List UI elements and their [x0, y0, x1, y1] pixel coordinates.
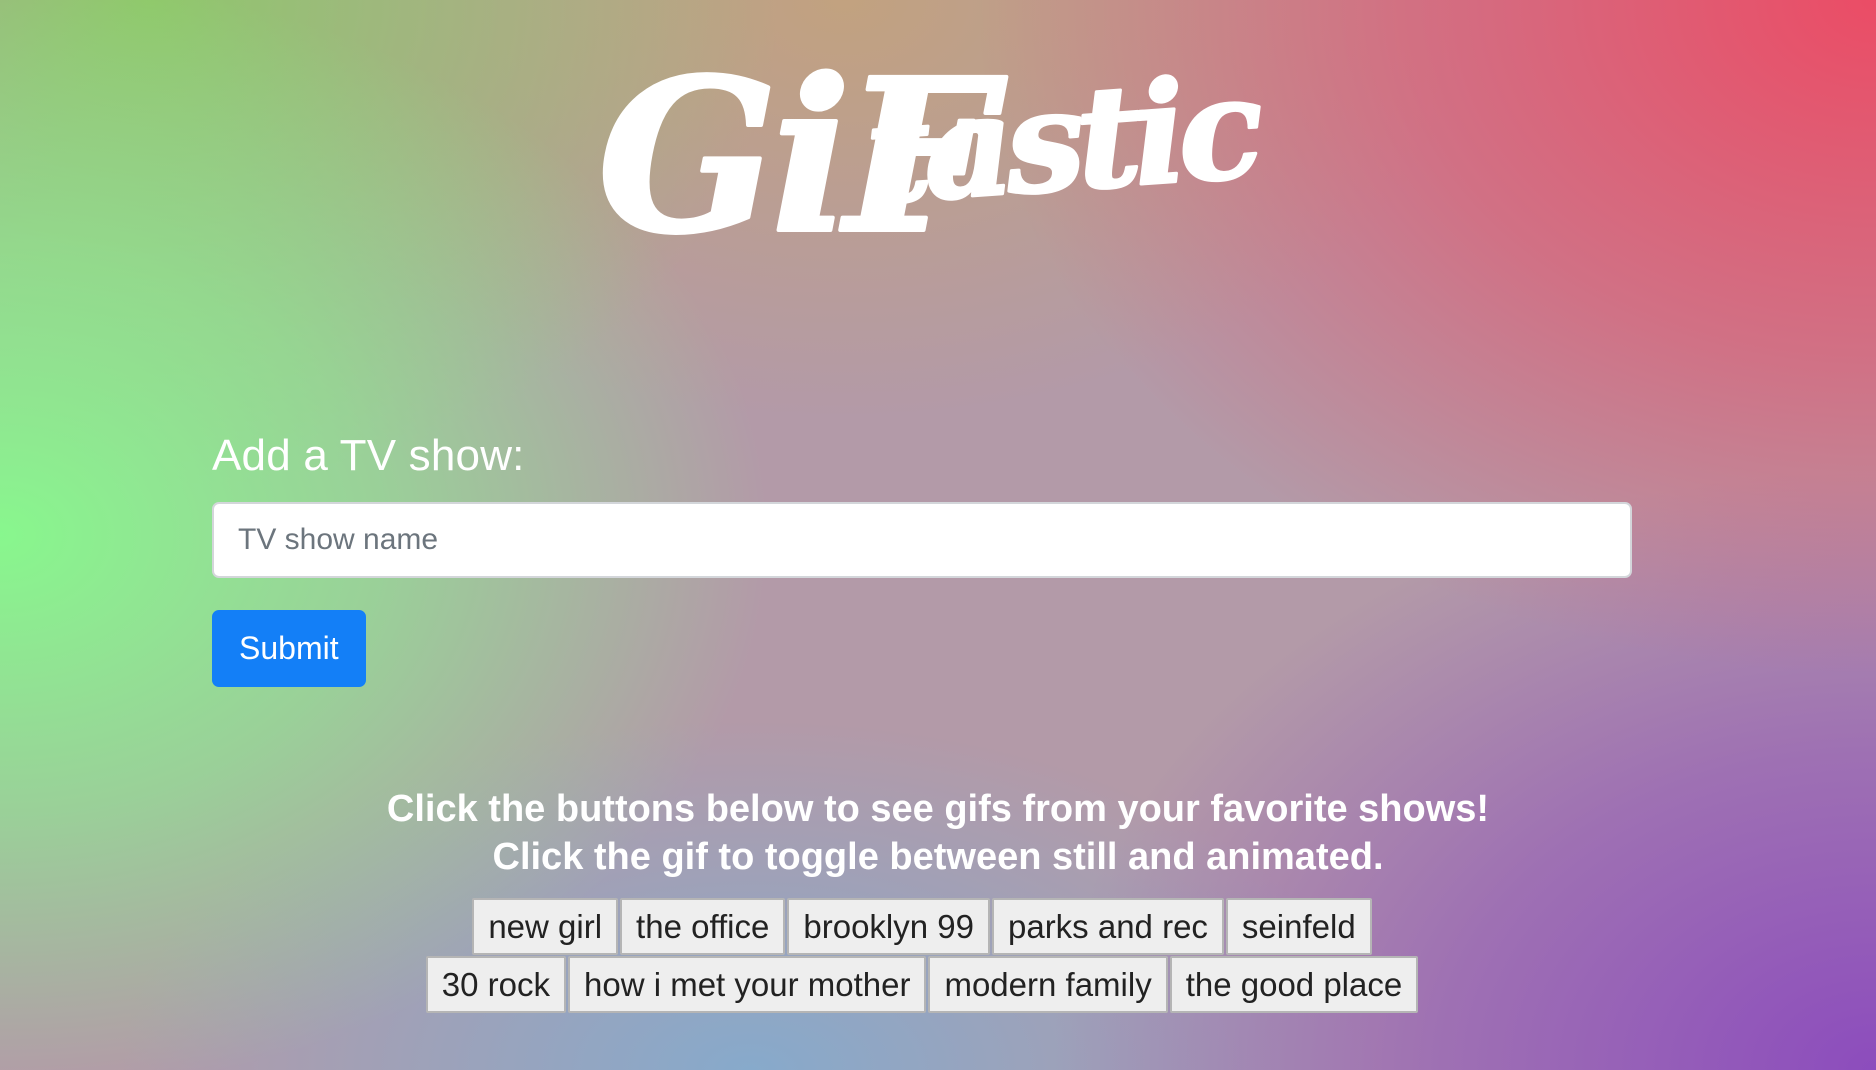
add-show-form: Add a TV show: Submit — [212, 430, 1632, 687]
show-button-seinfeld[interactable]: seinfeld — [1225, 898, 1372, 955]
show-button-the-office[interactable]: the office — [620, 898, 786, 955]
instructions-line-1: Click the buttons below to see gifs from… — [386, 788, 1490, 830]
logo-tastic-text: tastic — [861, 46, 1267, 237]
show-button-brooklyn-99[interactable]: brooklyn 99 — [787, 898, 990, 955]
submit-button[interactable]: Submit — [212, 610, 366, 687]
show-button-parks-and-rec[interactable]: parks and rec — [991, 898, 1224, 955]
show-name-input[interactable] — [212, 502, 1632, 578]
instructions: Click the buttons below to see gifs from… — [0, 785, 1876, 881]
show-button-new-girl[interactable]: new girl — [472, 898, 619, 955]
show-button-30-rock[interactable]: 30 rock — [425, 956, 566, 1013]
show-button-the-good-place[interactable]: the good place — [1169, 956, 1419, 1013]
show-button-how-i-met-your-mother[interactable]: how i met your mother — [568, 956, 927, 1013]
show-buttons-container: new girl the office brooklyn 99 parks an… — [404, 898, 1440, 1013]
add-show-label: Add a TV show: — [212, 431, 525, 480]
instructions-line-2: Click the gif to toggle between still an… — [492, 836, 1384, 878]
giftastic-logo-wordmark: GiF tastic — [596, 31, 1268, 282]
giftastic-logo: GiF tastic — [596, 31, 1268, 282]
show-button-modern-family[interactable]: modern family — [928, 956, 1168, 1013]
